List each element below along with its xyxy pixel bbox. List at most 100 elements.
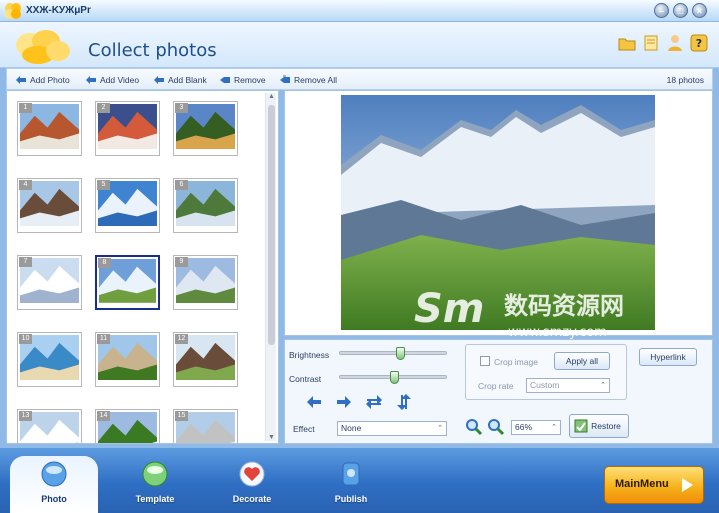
thumbnail-item[interactable]: 8 <box>95 255 160 310</box>
preview-panel <box>284 90 713 336</box>
header: Collect photos ? <box>0 22 719 68</box>
tab-photo[interactable]: Photo <box>10 456 98 513</box>
svg-text:?: ? <box>696 37 702 50</box>
thumbnail-item[interactable]: 2 <box>95 101 160 156</box>
thumbnail-number: 3 <box>175 103 188 113</box>
contrast-slider-knob[interactable] <box>390 371 399 384</box>
arrow-right-icon <box>682 478 693 492</box>
zoom-value: 66% <box>515 422 533 432</box>
thumbnail-number: 2 <box>97 103 110 113</box>
help-icon[interactable]: ? <box>690 34 708 52</box>
tab-decorate-label: Decorate <box>232 494 272 504</box>
crop-rate-label: Crop rate <box>478 381 514 391</box>
remove-all-icon <box>280 75 290 83</box>
thumbnail-number: 1 <box>19 103 32 113</box>
thumbnail-panel: 1 2 3 4 5 6 7 8 9 10 11 12 13 14 15 ▲ ▼ <box>6 90 279 444</box>
close-icon: × <box>696 6 703 16</box>
restore-icon <box>574 419 588 433</box>
maximize-button[interactable]: □ <box>673 3 688 18</box>
user-icon[interactable] <box>666 34 684 52</box>
thumbnail-item[interactable]: 12 <box>173 332 238 387</box>
brightness-slider[interactable] <box>339 347 447 360</box>
title-bar: XXЖ-KУЖμPr – □ × <box>0 0 719 22</box>
note-icon[interactable] <box>642 34 660 52</box>
remove-all-label: Remove All <box>294 75 337 85</box>
close-button[interactable]: × <box>692 3 707 18</box>
effect-value: None <box>341 423 362 433</box>
thumbnail-item[interactable]: 3 <box>173 101 238 156</box>
thumbnail-number: 14 <box>97 411 110 421</box>
scroll-up-icon[interactable]: ▲ <box>266 93 277 100</box>
brightness-slider-knob[interactable] <box>396 347 405 360</box>
main-menu-label: MainMenu <box>615 478 669 490</box>
zoom-in-icon[interactable] <box>465 418 483 436</box>
tab-decorate[interactable]: Decorate <box>217 456 287 508</box>
main-menu-button[interactable]: MainMenu <box>604 466 704 504</box>
crop-group: Crop image Apply all Crop rate Custom ⌃ <box>465 344 627 400</box>
crop-image-checkbox[interactable] <box>480 356 490 366</box>
flower-logo-icon <box>16 30 70 64</box>
crop-rate-select[interactable]: Custom ⌃ <box>526 378 610 393</box>
thumbnail-number: 9 <box>175 257 188 267</box>
thumbnail-number: 13 <box>19 411 32 421</box>
tab-template-label: Template <box>135 494 175 504</box>
decorate-tab-icon <box>239 461 265 487</box>
scroll-down-icon[interactable]: ▼ <box>266 434 277 441</box>
remove-button[interactable]: Remove <box>219 73 266 87</box>
remove-all-button[interactable]: Remove All <box>279 73 337 87</box>
thumbnail-item[interactable]: 15 <box>173 409 238 443</box>
thumbnail-item[interactable]: 5 <box>95 178 160 233</box>
template-tab-icon <box>142 461 168 487</box>
tab-photo-label: Photo <box>41 494 67 504</box>
minimize-button[interactable]: – <box>654 3 669 18</box>
remove-label: Remove <box>234 75 266 85</box>
effect-select[interactable]: None ⌃ <box>337 421 447 436</box>
thumbnail-item[interactable]: 9 <box>173 255 238 310</box>
toolbar: Add Photo Add Video Add Blank Remove Rem… <box>6 68 713 90</box>
thumbnail-number: 4 <box>19 180 32 190</box>
hyperlink-button[interactable]: Hyperlink <box>639 348 697 366</box>
effect-label: Effect <box>293 424 315 434</box>
flip-horizontal-icon[interactable] <box>365 394 383 410</box>
folder-icon[interactable] <box>618 34 636 52</box>
tab-template[interactable]: Template <box>120 456 190 508</box>
preview-image <box>341 95 655 330</box>
thumbnail-number: 12 <box>175 334 188 344</box>
chevron-down-icon: ⌃ <box>437 425 443 432</box>
window-title: XXЖ-KУЖμPr <box>26 5 91 16</box>
scrollbar-thumb[interactable] <box>268 105 275 345</box>
remove-icon <box>220 77 230 83</box>
restore-label: Restore <box>591 421 621 431</box>
add-blank-button[interactable]: Add Blank <box>153 73 207 87</box>
add-photo-icon <box>16 76 26 84</box>
photo-tab-icon <box>41 461 67 487</box>
thumbnail-scrollbar[interactable]: ▲ ▼ <box>265 93 276 441</box>
thumbnail-item[interactable]: 7 <box>17 255 82 310</box>
thumbnail-number: 8 <box>98 258 111 268</box>
thumbnail-item[interactable]: 1 <box>17 101 82 156</box>
add-video-button[interactable]: Add Video <box>85 73 139 87</box>
brightness-label: Brightness <box>289 350 330 360</box>
chevron-down-icon: ⌃ <box>551 424 557 431</box>
contrast-slider[interactable] <box>339 371 447 384</box>
thumbnail-item[interactable]: 11 <box>95 332 160 387</box>
rotate-left-icon[interactable] <box>305 394 323 410</box>
restore-button[interactable]: Restore <box>569 414 629 438</box>
thumbnail-number: 11 <box>97 334 110 344</box>
thumbnail-number: 7 <box>19 257 32 267</box>
thumbnail-item[interactable]: 13 <box>17 409 82 443</box>
thumbnail-item[interactable]: 4 <box>17 178 82 233</box>
maximize-icon: □ <box>677 6 684 16</box>
thumbnail-item[interactable]: 14 <box>95 409 160 443</box>
publish-tab-icon <box>342 462 360 486</box>
thumbnail-item[interactable]: 6 <box>173 178 238 233</box>
minimize-icon: – <box>658 6 664 16</box>
zoom-out-icon[interactable] <box>487 418 505 436</box>
add-photo-button[interactable]: Add Photo <box>15 73 70 87</box>
zoom-select[interactable]: 66% ⌃ <box>511 420 561 435</box>
thumbnail-item[interactable]: 10 <box>17 332 82 387</box>
apply-all-button[interactable]: Apply all <box>554 352 610 370</box>
rotate-right-icon[interactable] <box>335 394 353 410</box>
flip-vertical-icon[interactable] <box>395 394 413 410</box>
tab-publish[interactable]: Publish <box>316 456 386 508</box>
